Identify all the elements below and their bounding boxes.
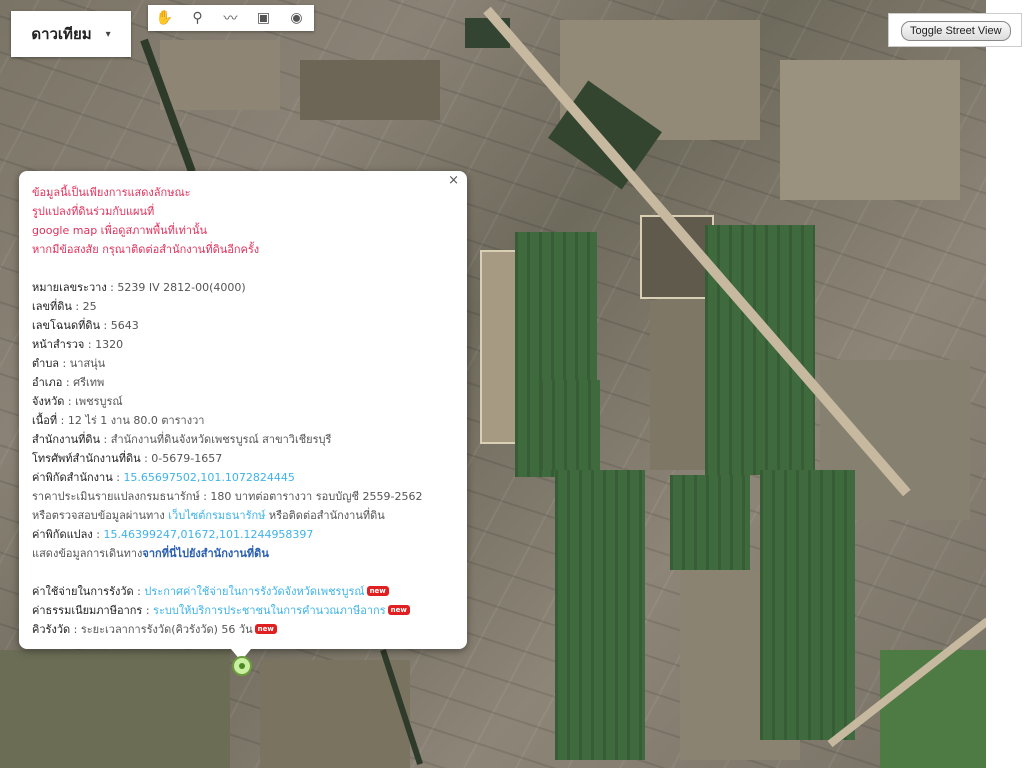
- appraisal-price: ราคาประเมินรายแปลงกรมธนารักษ์ : 180 บาทต…: [32, 490, 423, 503]
- plantation-block: [670, 475, 750, 570]
- check-info-row: หรือตรวจสอบข้อมูลผ่านทาง เว็บไซต์กรมธนาร…: [32, 509, 385, 522]
- field-district: อำเภอ : ศรีเทพ: [32, 376, 105, 389]
- hand-icon[interactable]: ✋: [148, 5, 181, 31]
- parcel-coordinate-row: ค่าพิกัดแปลง : 15.46399247,01672,101.124…: [32, 528, 314, 541]
- notice-line: หากมีข้อสงสัย กรุณาติดต่อสำนักงานที่ดินอ…: [32, 243, 260, 256]
- field-subdistrict: ตำบล : นาสนุ่น: [32, 357, 106, 370]
- tax-fee-row: ค่าธรรมเนียมภาษีอากร : ระบบให้บริการประช…: [32, 601, 457, 620]
- office-coordinate-row: ค่าพิกัดสำนักงาน : 15.65697502,101.10728…: [32, 471, 295, 484]
- field-land-number: เลขที่ดิน : 25: [32, 300, 97, 313]
- plantation-block: [540, 380, 600, 470]
- treasury-website-link[interactable]: เว็บไซต์กรมธนารักษ์: [168, 509, 265, 522]
- new-badge: new: [387, 605, 410, 615]
- route-to-office-link[interactable]: จากที่นี่ไปยังสำนักงานที่ดิน: [142, 547, 268, 560]
- parcel-info-window: × ข้อมูลนี้เป็นเพียงการแสดงลักษณะ รูปแปล…: [19, 171, 467, 661]
- field-office-phone: โทรศัพท์สำนักงานที่ดิน : 0-5679-1657: [32, 452, 223, 465]
- survey-fee-link[interactable]: ประกาศค่าใช้จ่ายในการรังวัดจังหวัดเพชรบู…: [144, 585, 364, 598]
- field-land-office: สำนักงานที่ดิน : สำนักงานที่ดินจังหวัดเพ…: [32, 433, 332, 446]
- field-deed-number: เลขโฉนดที่ดิน : 5643: [32, 319, 139, 332]
- field-patch: [300, 60, 440, 120]
- tax-calculation-link[interactable]: ระบบให้บริการประชาชนในการคำนวณภาษีอากร: [153, 604, 386, 617]
- field-sheet-number: หมายเลขระวาง : 5239 IV 2812-00(4000): [32, 281, 246, 294]
- notice-line: google map เพื่อดูสภาพพื้นที่เท่านั้น: [32, 224, 208, 237]
- survey-queue-row: คิวรังวัด : ระยะเวลาการรังวัด(คิวรังวัด)…: [32, 620, 457, 639]
- plantation-block: [705, 225, 815, 475]
- new-badge: new: [366, 586, 389, 596]
- toggle-street-view-button[interactable]: Toggle Street View: [901, 21, 1011, 41]
- plantation-block: [760, 470, 855, 740]
- drawing-toolbar: ✋ ⚲ 〰 ▣ ◉: [148, 5, 314, 31]
- notice-line: ข้อมูลนี้เป็นเพียงการแสดงลักษณะ: [32, 186, 191, 199]
- field-province: จังหวัด : เพชรบูรณ์: [32, 395, 123, 408]
- field-patch: [780, 60, 960, 200]
- chevron-down-icon: ▾: [105, 28, 111, 40]
- polyline-icon[interactable]: 〰: [214, 5, 247, 31]
- map-right-margin: [986, 0, 1024, 768]
- route-row: แสดงข้อมูลการเดินทางจากที่นี่ไปยังสำนักง…: [32, 547, 269, 560]
- field-patch: [160, 40, 280, 110]
- map-type-selector[interactable]: ดาวเทียม ▾: [11, 11, 131, 57]
- parcel-location-marker[interactable]: [232, 656, 252, 676]
- street-view-panel: Toggle Street View: [888, 13, 1022, 47]
- marker-icon[interactable]: ⚲: [181, 5, 214, 31]
- field-patch: [0, 650, 230, 768]
- polygon-icon[interactable]: ▣: [247, 5, 280, 31]
- field-area: เนื้อที่ : 12 ไร่ 1 งาน 80.0 ตารางวา: [32, 414, 205, 427]
- map-type-label: ดาวเทียม: [31, 25, 92, 43]
- parcel-coordinate-link[interactable]: 15.46399247,01672,101.1244958397: [103, 528, 313, 541]
- new-badge: new: [254, 624, 277, 634]
- survey-fee-row: ค่าใช้จ่ายในการรังวัด : ประกาศค่าใช้จ่าย…: [32, 582, 457, 601]
- parcel-info-content: ข้อมูลนี้เป็นเพียงการแสดงลักษณะ รูปแปลงท…: [32, 183, 457, 639]
- notice-line: รูปแปลงที่ดินร่วมกับแผนที่: [32, 205, 155, 218]
- field-survey-page: หน้าสำรวจ : 1320: [32, 338, 124, 351]
- circle-icon[interactable]: ◉: [280, 5, 313, 31]
- plantation-block: [555, 470, 645, 760]
- office-coordinate-link[interactable]: 15.65697502,101.1072824445: [123, 471, 294, 484]
